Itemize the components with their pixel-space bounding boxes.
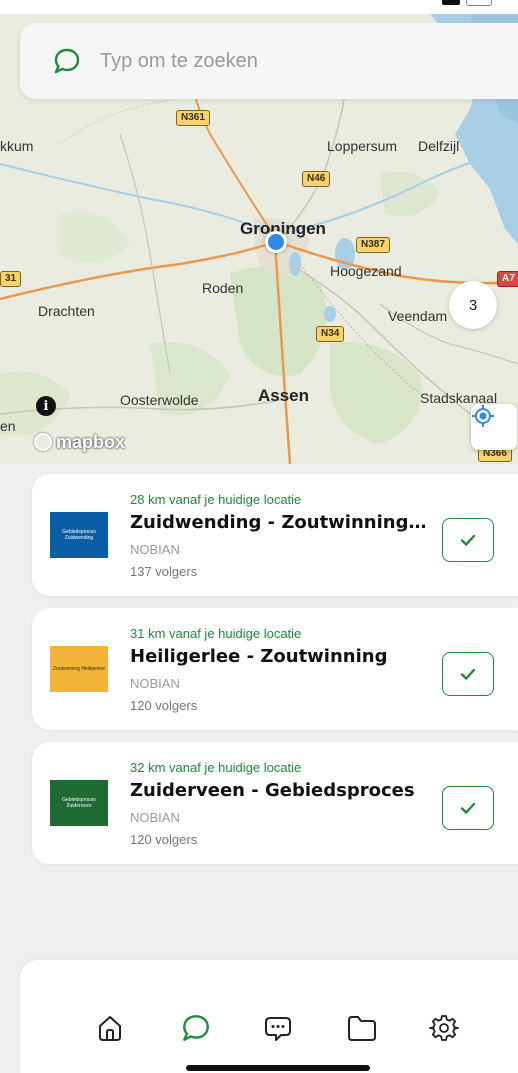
locate-me-button[interactable] [471,404,517,450]
project-logo: Zoutwinning Heiligerlee [50,646,108,692]
place-label-dokkum: kkum [0,138,34,154]
project-title: Zuiderveen - Gebiedsproces [130,780,415,801]
project-card[interactable]: Gebiedsproces Zuiderveen 32 km vanaf je … [32,742,518,864]
project-distance: 32 km vanaf je huidige locatie [130,760,302,775]
place-label-delfzijl: Delfzijl [418,138,460,154]
crosshair-icon [472,405,494,427]
chat-icon [265,1017,291,1041]
project-followers: 137 volgers [130,564,198,579]
place-label-assen: Assen [258,386,310,405]
project-followers: 120 volgers [130,832,198,847]
project-organization: NOBIAN [130,676,180,691]
project-distance: 28 km vanaf je huidige locatie [130,492,302,507]
search-bar[interactable]: Typ om te zoeken [20,23,518,99]
current-location-marker [265,231,287,253]
project-card[interactable]: Zoutwinning Heiligerlee 31 km vanaf je h… [32,608,518,730]
project-title: Zuidwending - Zoutwinning en Gebiedsproc… [130,512,430,533]
search-icon [54,48,80,74]
project-logo: Gebiedsproces Zuiderveen [50,780,108,826]
road-shield-a31: 31 [0,271,22,287]
mapbox-mark-icon [34,433,52,451]
nav-home[interactable] [90,1008,130,1048]
nav-messages[interactable] [258,1008,298,1048]
road-shield-n361: N361 [176,110,210,126]
signal-icon [442,0,460,5]
road-shield-n34: N34 [316,326,345,342]
project-card[interactable]: Gebiedsproces Zuidwending 28 km vanaf je… [32,474,518,596]
place-label-veendam: Veendam [388,308,448,324]
project-organization: NOBIAN [130,542,180,557]
road-shield-n387: N387 [356,237,390,253]
app-screen: kkum Loppersum Delfzijl Groningen Hoogez… [0,0,518,1073]
search-input[interactable]: Typ om te zoeken [100,50,258,73]
project-distance: 31 km vanaf je huidige locatie [130,626,302,641]
bottom-navigation [20,960,518,1073]
mapbox-logo: mapbox [30,430,133,454]
place-label-hoogezand: Hoogezand [330,263,402,279]
checkmark-icon [460,668,476,680]
settings-icon [429,1015,459,1041]
place-label-oosterwolde: Oosterwolde [120,392,199,408]
map-info-icon[interactable]: i [36,396,56,416]
project-logo: Gebiedsproces Zuidwending [50,512,108,558]
nav-search[interactable] [176,1008,216,1048]
checkmark-icon [460,802,476,814]
follow-toggle-button[interactable] [442,652,494,696]
place-label-drachten: Drachten [38,303,95,319]
nav-settings[interactable] [424,1008,464,1048]
checkmark-icon [460,534,476,546]
map-cluster-marker[interactable]: 3 [449,281,497,329]
place-label-roden: Roden [202,280,244,296]
mapbox-wordmark: mapbox [56,431,126,452]
project-title: Heiligerlee - Zoutwinning [130,646,388,667]
folder-icon [348,1016,376,1041]
follow-toggle-button[interactable] [442,518,494,562]
nav-documents[interactable] [342,1008,382,1048]
road-shield-a7: A7 [497,271,518,287]
place-label-heerenveen: en [0,418,16,434]
project-organization: NOBIAN [130,810,180,825]
status-bar [0,0,518,14]
home-indicator[interactable] [186,1065,370,1071]
search-icon [183,1015,209,1041]
status-icons [442,0,492,6]
road-shield-n46: N46 [302,171,331,187]
follow-toggle-button[interactable] [442,786,494,830]
place-label-loppersum: Loppersum [327,138,398,154]
project-followers: 120 volgers [130,698,198,713]
home-icon [99,1016,121,1041]
battery-icon [466,0,492,6]
